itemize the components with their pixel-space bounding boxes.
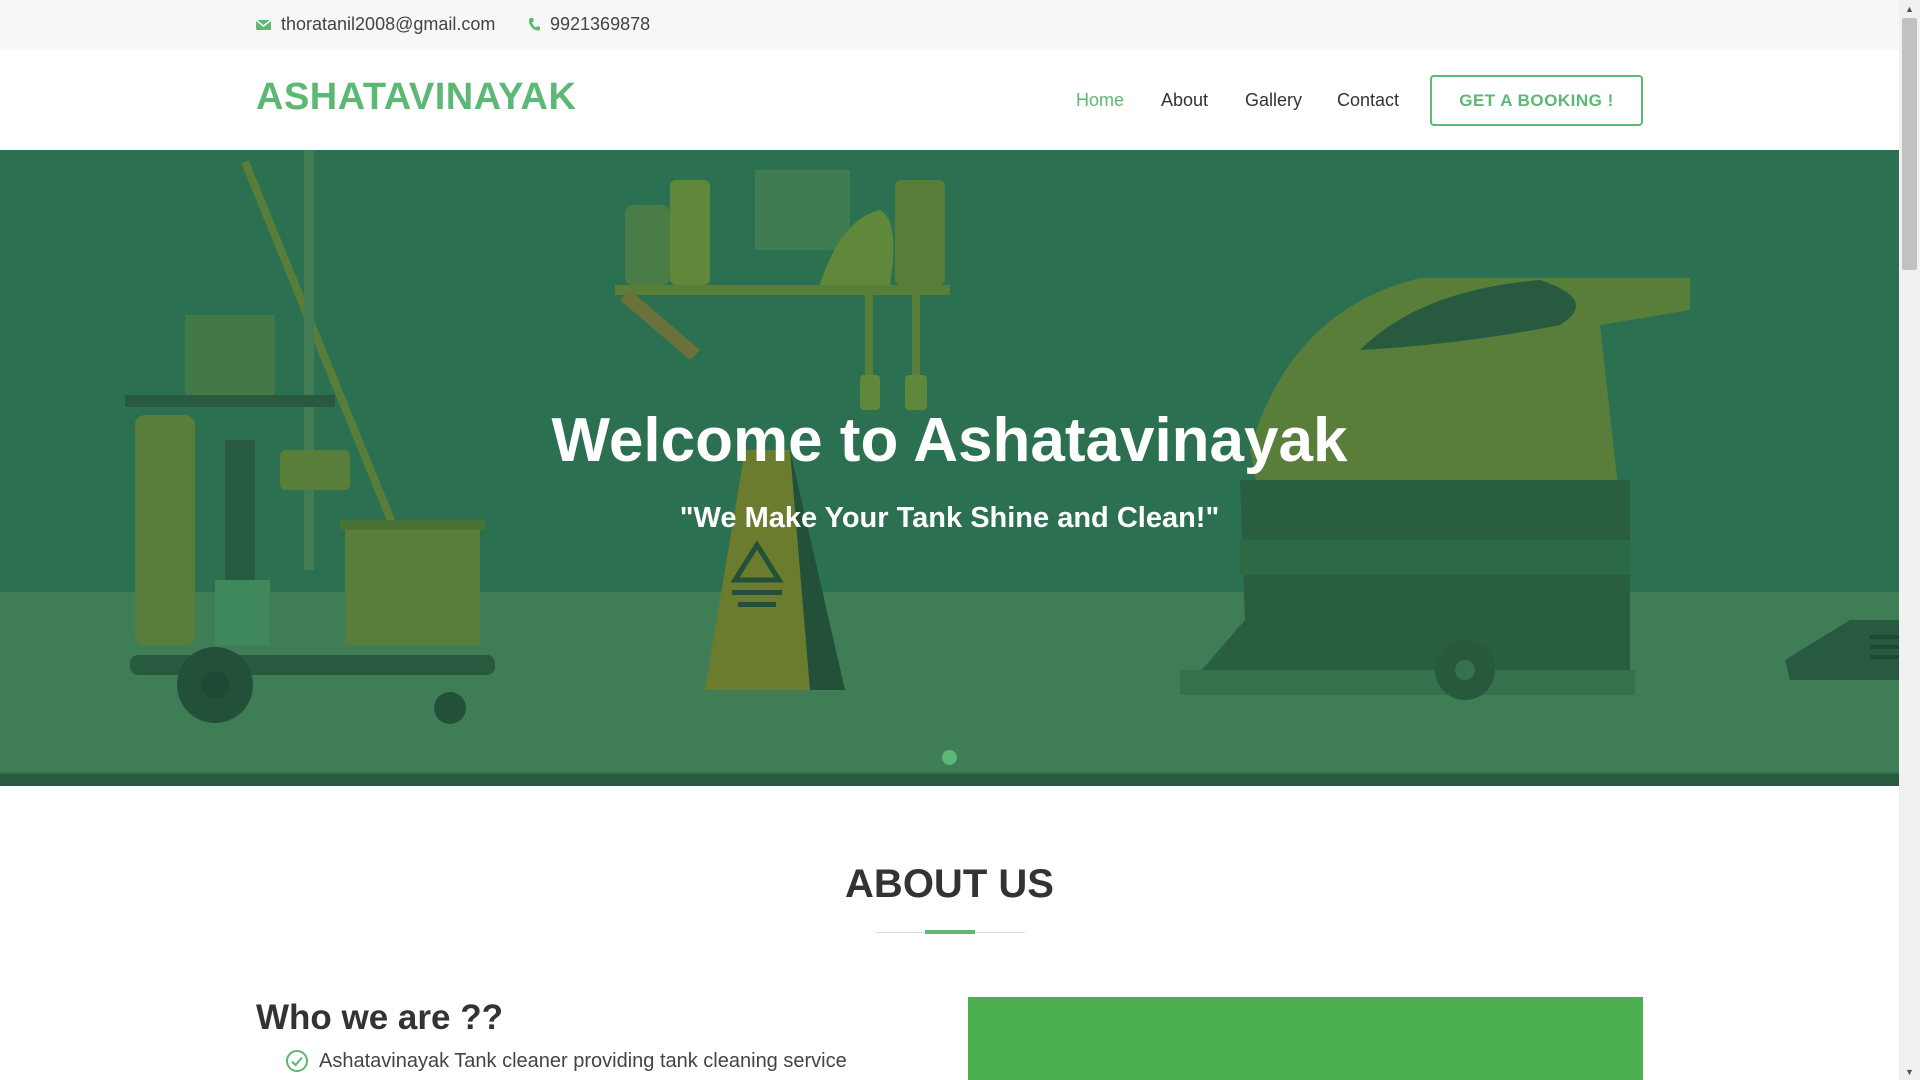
top-contact-bar: thoratanil2008@gmail.com 9921369878 bbox=[0, 0, 1899, 50]
get-booking-button[interactable]: GET A BOOKING ! bbox=[1430, 75, 1643, 126]
about-bullet-text: Ashatavinayak Tank cleaner providing tan… bbox=[319, 1049, 847, 1072]
envelope-icon bbox=[256, 18, 271, 30]
about-bullet-item: Ashatavinayak Tank cleaner providing tan… bbox=[285, 1049, 847, 1073]
page-scrollbar[interactable]: ▲ ▼ bbox=[1899, 0, 1920, 1080]
phone-icon bbox=[529, 18, 540, 31]
scroll-up-arrow-icon[interactable]: ▲ bbox=[1899, 0, 1920, 17]
email-text: thoratanil2008@gmail.com bbox=[281, 14, 496, 34]
phone-contact[interactable]: 9921369878 bbox=[528, 14, 650, 35]
page: thoratanil2008@gmail.com 9921369878 ASHA… bbox=[0, 0, 1899, 1080]
site-header: ASHATAVINAYAK Home About Gallery Contact… bbox=[0, 50, 1899, 150]
about-media-box bbox=[968, 997, 1643, 1080]
who-we-are-heading: Who we are ?? bbox=[256, 998, 503, 1037]
email-contact[interactable]: thoratanil2008@gmail.com bbox=[256, 14, 495, 35]
about-section-title: ABOUT US bbox=[845, 862, 1054, 906]
scroll-down-arrow-icon[interactable]: ▼ bbox=[1899, 1063, 1920, 1080]
carousel-indicator-dot[interactable] bbox=[942, 750, 957, 765]
nav-about[interactable]: About bbox=[1161, 90, 1208, 111]
hero-slider: Welcome to Ashatavinayak "We Make Your T… bbox=[0, 150, 1899, 786]
hero-subtitle: "We Make Your Tank Shine and Clean!" bbox=[679, 502, 1220, 534]
title-divider-accent bbox=[925, 930, 975, 934]
hero-title: Welcome to Ashatavinayak bbox=[551, 406, 1348, 475]
nav-gallery[interactable]: Gallery bbox=[1245, 90, 1302, 111]
hero-bottom-band bbox=[0, 774, 1899, 786]
scrollbar-thumb[interactable] bbox=[1902, 18, 1917, 270]
site-logo[interactable]: ASHATAVINAYAK bbox=[256, 76, 576, 119]
phone-text: 9921369878 bbox=[550, 14, 651, 34]
nav-contact[interactable]: Contact bbox=[1337, 90, 1399, 111]
nav-home[interactable]: Home bbox=[1076, 90, 1124, 111]
check-circle-icon bbox=[286, 1050, 308, 1072]
